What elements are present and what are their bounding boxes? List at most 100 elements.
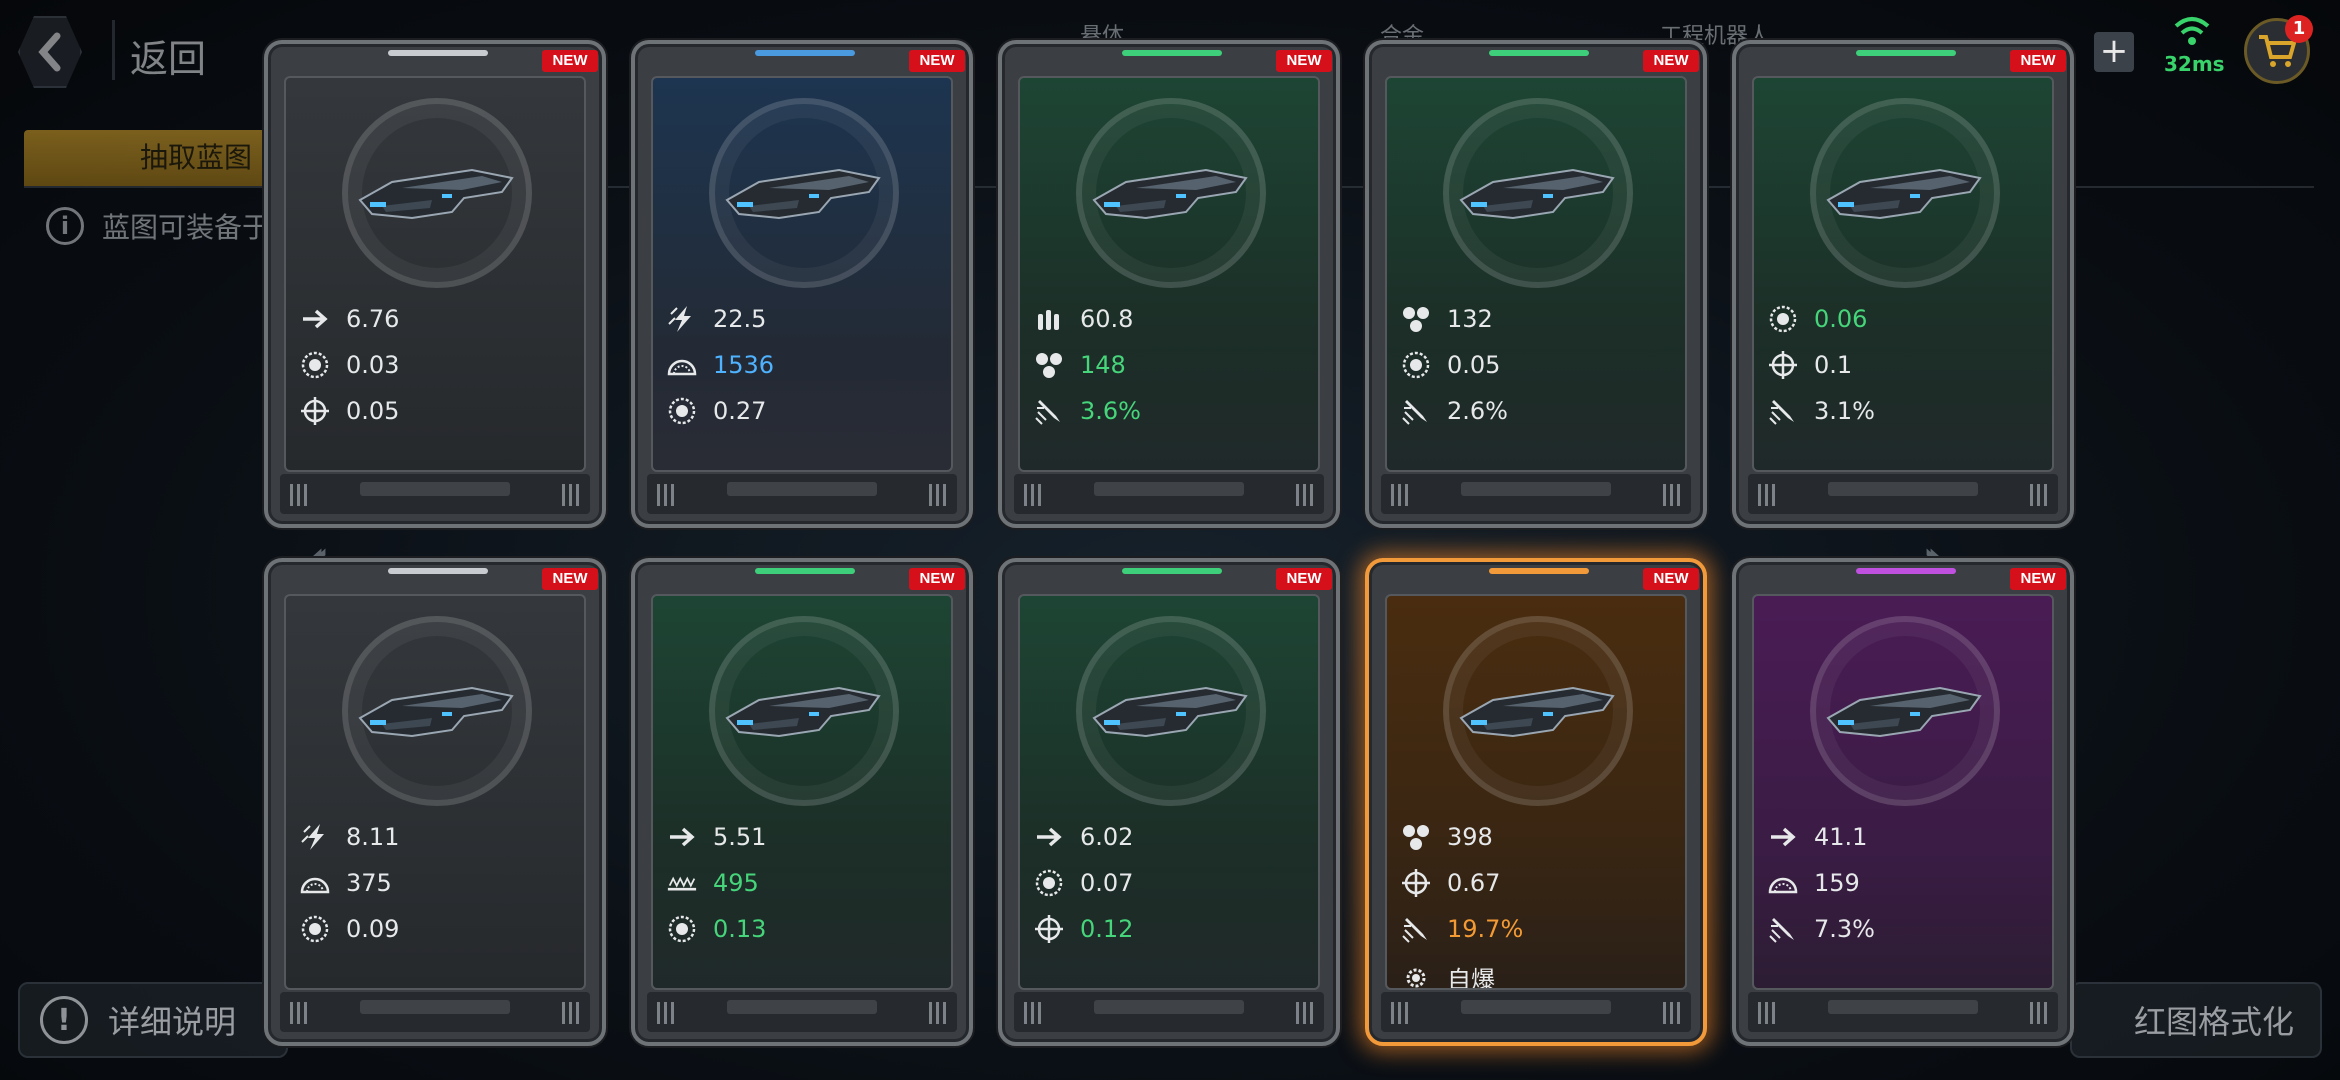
stat-value: 0.05: [346, 397, 400, 425]
blueprint-info-text: 蓝图可装备于: [102, 211, 271, 244]
ping-value: 32ms: [2164, 52, 2225, 76]
card-footer-plate: [280, 992, 590, 1032]
ship-image: [719, 148, 889, 238]
back-label[interactable]: 返回: [130, 28, 206, 83]
stat-value: 132: [1447, 305, 1493, 333]
arrow-icon: [300, 304, 330, 334]
stat-row: 22.5: [667, 304, 766, 334]
stat-value: 0.06: [1814, 305, 1868, 333]
blueprint-card[interactable]: NEW 60.8 148 3.6%: [998, 40, 1340, 528]
stat-row: 0.07: [1034, 868, 1133, 898]
notification-badge: 1: [2285, 15, 2313, 43]
add-resource-button[interactable]: +: [2094, 32, 2134, 72]
card-portrait: 8.11 375 0.09: [284, 594, 586, 990]
stat-row: 0.05: [300, 396, 399, 426]
blueprint-card[interactable]: NEW 8.11 375 0.09: [264, 558, 606, 1046]
ship-image: [719, 666, 889, 756]
ship-image: [1820, 148, 1990, 238]
stat-row: 1536: [667, 350, 774, 380]
card-footer-plate: [647, 992, 957, 1032]
stat-value: 6.02: [1080, 823, 1134, 851]
target-ring-icon: [300, 914, 330, 944]
blueprint-card[interactable]: NEW 6.02 0.07 0.12: [998, 558, 1340, 1046]
network-status: 32ms: [2164, 14, 2225, 86]
crosshair-icon: [1401, 868, 1431, 898]
ship-image: [1086, 148, 1256, 238]
stat-value: 自爆: [1447, 966, 1495, 990]
target-ring-icon: [667, 396, 697, 426]
footer-slot: [1461, 1000, 1611, 1014]
stat-value: 5.51: [713, 823, 767, 851]
stat-row: 41.1: [1768, 822, 1867, 852]
blueprint-card[interactable]: NEW 0.06 0.1 3.1%: [1732, 40, 2074, 528]
tab-draw-blueprint[interactable]: 抽取蓝图: [24, 130, 284, 186]
new-badge: NEW: [1643, 568, 1699, 590]
lightning-icon: [300, 822, 330, 852]
card-footer-plate: [1381, 992, 1691, 1032]
missile-icon: [1401, 914, 1431, 944]
stat-row: 19.7%: [1401, 914, 1523, 944]
card-portrait: 41.1 159 7.3%: [1752, 594, 2054, 990]
blueprint-card[interactable]: NEW 398 0.67 19.7% 自爆: [1365, 558, 1707, 1046]
cluster-icon: [1401, 304, 1431, 334]
new-badge: NEW: [909, 568, 965, 590]
missile-icon: [1401, 396, 1431, 426]
footer-slot: [1094, 482, 1244, 496]
stat-value: 0.1: [1814, 351, 1853, 379]
card-portrait: 0.06 0.1 3.1%: [1752, 76, 2054, 472]
stat-row: 3.6%: [1034, 396, 1141, 426]
detail-button[interactable]: ! 详细说明: [18, 982, 288, 1058]
rarity-stripe: [755, 50, 855, 56]
stat-value: 0.27: [713, 397, 767, 425]
stat-value: 6.76: [346, 305, 400, 333]
stat-row: 0.03: [300, 350, 399, 380]
stat-value: 3.6%: [1080, 397, 1141, 425]
stat-row: 2.6%: [1401, 396, 1508, 426]
stat-row: 6.02: [1034, 822, 1133, 852]
ship-image: [352, 666, 522, 756]
blueprint-card[interactable]: NEW 41.1 159 7.3%: [1732, 558, 2074, 1046]
card-footer-plate: [1014, 992, 1324, 1032]
ship-image: [1453, 666, 1623, 756]
card-portrait: 132 0.05 2.6%: [1385, 76, 1687, 472]
new-badge: NEW: [2010, 50, 2066, 72]
stat-row: 0.13: [667, 914, 766, 944]
crosshair-icon: [1768, 350, 1798, 380]
blueprint-info: i 蓝图可装备于: [46, 206, 270, 246]
card-footer-plate: [647, 474, 957, 514]
rarity-stripe: [388, 568, 488, 574]
stat-value: 1536: [713, 351, 775, 379]
blueprint-card[interactable]: NEW 5.51 495 0.13: [631, 558, 973, 1046]
arrow-icon: [667, 822, 697, 852]
crosshair-icon: [1034, 914, 1064, 944]
blueprint-card[interactable]: NEW 22.5 1536 0.27: [631, 40, 973, 528]
stat-row: 0.06: [1768, 304, 1867, 334]
red-format-button[interactable]: 红图格式化: [2070, 982, 2322, 1058]
ship-image: [1086, 666, 1256, 756]
rarity-stripe: [1856, 50, 1956, 56]
stat-value: 495: [713, 869, 759, 897]
shop-button[interactable]: 1: [2244, 15, 2313, 84]
back-button[interactable]: [18, 16, 82, 88]
stat-row: 0.67: [1401, 868, 1500, 898]
stat-value: 0.13: [713, 915, 767, 943]
ship-image: [1820, 666, 1990, 756]
rarity-stripe: [1489, 50, 1589, 56]
rarity-stripe: [1856, 568, 1956, 574]
stat-value: 7.3%: [1814, 915, 1875, 943]
stat-value: 22.5: [713, 305, 767, 333]
stat-row: 60.8: [1034, 304, 1133, 334]
blueprint-card[interactable]: NEW 132 0.05 2.6%: [1365, 40, 1707, 528]
ammo-icon: [1034, 304, 1064, 334]
stat-value: 375: [346, 869, 392, 897]
stat-row: 132: [1401, 304, 1493, 334]
shield-dome-icon: [667, 350, 697, 380]
target-ring-icon: [1401, 350, 1431, 380]
chevron-left-icon: [38, 32, 61, 72]
info-icon: i: [46, 207, 84, 245]
blueprint-card[interactable]: NEW 6.76 0.03 0.05: [264, 40, 606, 528]
stat-row: 5.51: [667, 822, 766, 852]
stat-value: 148: [1080, 351, 1126, 379]
stat-value: 2.6%: [1447, 397, 1508, 425]
rarity-stripe: [1122, 568, 1222, 574]
